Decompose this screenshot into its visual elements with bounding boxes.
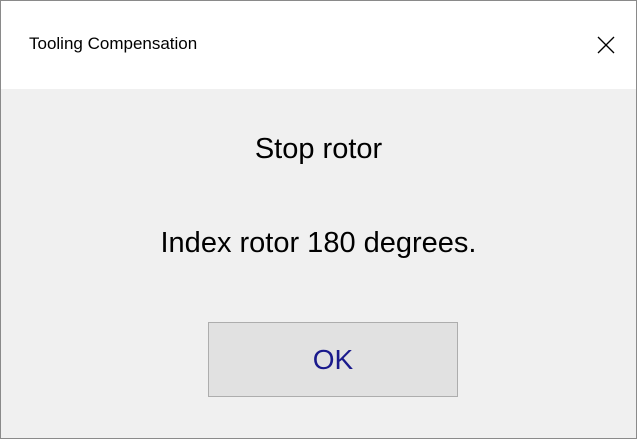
window-title: Tooling Compensation	[29, 34, 198, 53]
close-icon	[597, 36, 615, 54]
message-line-index-rotor: Index rotor 180 degrees.	[160, 227, 477, 259]
title-bar[interactable]: Tooling Compensation	[1, 1, 636, 89]
ok-button[interactable]: OK	[208, 322, 458, 397]
message-line-stop-rotor: Stop rotor	[254, 133, 383, 165]
dialog-window: Tooling Compensation Stop rotor Index ro…	[0, 0, 637, 439]
dialog-body: Stop rotor Index rotor 180 degrees. OK	[1, 89, 636, 438]
close-button[interactable]	[576, 1, 636, 89]
